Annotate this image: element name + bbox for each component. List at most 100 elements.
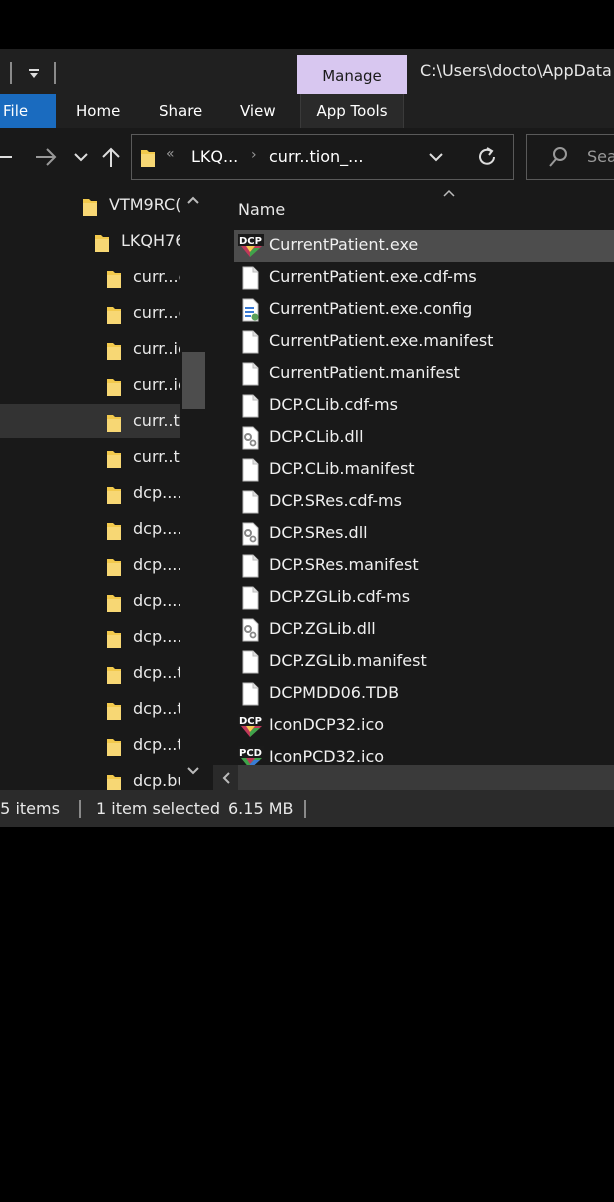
tree-item[interactable]: dcp.bu bbox=[0, 764, 180, 790]
scroll-down-icon[interactable] bbox=[186, 764, 200, 780]
folder-icon bbox=[106, 593, 122, 617]
forward-arrow-icon[interactable] bbox=[34, 144, 58, 170]
tree-item[interactable]: dcp...t bbox=[0, 692, 180, 726]
tree-item-label: curr..ti bbox=[133, 411, 180, 430]
file-name: DCP.SRes.dll bbox=[269, 523, 368, 542]
file-name: DCPMDD06.TDB bbox=[269, 683, 400, 702]
tab-app-tools[interactable]: App Tools bbox=[300, 94, 404, 128]
file-row[interactable]: CurrentPatient.exe.config bbox=[234, 294, 614, 326]
file-row[interactable]: DCPMDD06.TDB bbox=[234, 678, 614, 710]
tree-item[interactable]: dcp....c bbox=[0, 620, 180, 654]
tree-item-label: dcp...t bbox=[133, 735, 180, 754]
svg-text:PCD: PCD bbox=[239, 748, 262, 759]
file-row[interactable]: CurrentPatient.exe.manifest bbox=[234, 326, 614, 358]
file-row[interactable]: DCP.SRes.manifest bbox=[234, 550, 614, 582]
document-icon bbox=[238, 586, 262, 610]
recent-locations-chevron-down-icon[interactable] bbox=[72, 144, 90, 170]
tab-share[interactable]: Share bbox=[159, 94, 202, 128]
tree-item[interactable]: dcp.... bbox=[0, 476, 180, 510]
breadcrumb-item[interactable]: LKQ... bbox=[191, 147, 238, 166]
tree-item[interactable]: dcp.... bbox=[0, 512, 180, 546]
tree-item[interactable]: curr...e bbox=[0, 260, 180, 294]
tree-item[interactable]: dcp...t bbox=[0, 656, 180, 690]
dll-gear-icon bbox=[238, 618, 262, 642]
tree-item-label: VTM9RC( bbox=[109, 195, 180, 214]
file-row[interactable]: DCP.SRes.dll bbox=[234, 518, 614, 550]
file-name: IconPCD32.ico bbox=[269, 747, 385, 766]
tree-item[interactable]: VTM9RC( bbox=[0, 188, 180, 222]
tab-home[interactable]: Home bbox=[76, 94, 120, 128]
column-header-name[interactable]: Name bbox=[238, 200, 285, 219]
tree-item-label: dcp....c bbox=[133, 591, 180, 610]
tree-item-label: curr..ti bbox=[133, 447, 180, 466]
address-chevron-down-icon[interactable] bbox=[428, 147, 444, 171]
scroll-up-icon[interactable] bbox=[186, 193, 200, 209]
tree-item-label: dcp.bu bbox=[133, 771, 180, 790]
title-bar: Manage C:\Users\docto\AppData bbox=[0, 49, 614, 94]
tree-item-label: dcp.... bbox=[133, 555, 180, 574]
toolbar-separator bbox=[10, 62, 12, 84]
tab-view[interactable]: View bbox=[240, 94, 276, 128]
file-name: DCP.SRes.manifest bbox=[269, 555, 419, 574]
status-separator bbox=[304, 800, 306, 818]
document-icon bbox=[238, 330, 262, 354]
nav-pane-scrollbar[interactable] bbox=[180, 186, 207, 790]
file-name: DCP.CLib.dll bbox=[269, 427, 364, 446]
tree-item[interactable]: curr..ie bbox=[0, 332, 180, 366]
folder-icon bbox=[106, 629, 122, 653]
file-name: CurrentPatient.exe.manifest bbox=[269, 331, 494, 350]
tree-item[interactable]: curr..ti bbox=[0, 404, 180, 438]
file-list: Name DCP CurrentPatient.exe CurrentPatient… bbox=[207, 186, 614, 790]
search-icon bbox=[547, 145, 569, 173]
dcp-app-icon: DCP bbox=[238, 234, 264, 258]
tree-item[interactable]: dcp...t bbox=[0, 728, 180, 762]
tree-item[interactable]: curr..ie bbox=[0, 368, 180, 402]
scroll-left-icon[interactable] bbox=[213, 765, 238, 790]
search-input[interactable]: Sea bbox=[587, 147, 614, 166]
folder-icon bbox=[106, 557, 122, 581]
tree-item[interactable]: LKQH76 bbox=[0, 224, 180, 258]
tree-item[interactable]: curr..ti bbox=[0, 440, 180, 474]
file-row[interactable]: DCP.CLib.cdf-ms bbox=[234, 390, 614, 422]
tree-item[interactable]: dcp.... bbox=[0, 548, 180, 582]
file-row[interactable]: DCP.ZGLib.manifest bbox=[234, 646, 614, 678]
breadcrumb-overflow-icon[interactable]: « bbox=[166, 146, 175, 162]
folder-icon bbox=[106, 305, 122, 329]
tree-item-label: curr...e bbox=[133, 303, 180, 322]
folder-icon bbox=[106, 377, 122, 401]
tab-file[interactable]: File bbox=[0, 94, 56, 128]
search-box[interactable]: Sea bbox=[526, 134, 614, 180]
file-row[interactable]: DCP IconDCP32.ico bbox=[234, 710, 614, 742]
back-arrow-icon[interactable] bbox=[0, 144, 14, 170]
file-row[interactable]: DCP.ZGLib.cdf-ms bbox=[234, 582, 614, 614]
file-row[interactable]: DCP.CLib.dll bbox=[234, 422, 614, 454]
file-row[interactable]: DCP.SRes.cdf-ms bbox=[234, 486, 614, 518]
tree-item-label: dcp....c bbox=[133, 627, 180, 646]
quick-access-customize-icon[interactable] bbox=[26, 62, 42, 84]
manage-contextual-tab[interactable]: Manage bbox=[297, 55, 407, 94]
file-row[interactable]: CurrentPatient.exe.cdf-ms bbox=[234, 262, 614, 294]
folder-icon bbox=[94, 233, 110, 257]
document-icon bbox=[238, 458, 262, 482]
file-row[interactable]: DCP CurrentPatient.exe bbox=[234, 230, 614, 262]
horizontal-scrollbar[interactable] bbox=[213, 765, 614, 790]
file-row[interactable]: DCP.ZGLib.dll bbox=[234, 614, 614, 646]
scrollbar-thumb[interactable] bbox=[182, 352, 205, 409]
refresh-icon[interactable] bbox=[478, 142, 498, 178]
file-name: DCP.ZGLib.manifest bbox=[269, 651, 427, 670]
breadcrumb-chevron-icon[interactable]: › bbox=[251, 147, 257, 163]
file-explorer-window: Manage C:\Users\docto\AppData File Home … bbox=[0, 49, 614, 827]
file-row[interactable]: CurrentPatient.manifest bbox=[234, 358, 614, 390]
file-row[interactable]: DCP.CLib.manifest bbox=[234, 454, 614, 486]
document-icon bbox=[238, 266, 262, 290]
tree-item[interactable]: curr...e bbox=[0, 296, 180, 330]
toolbar-separator bbox=[54, 62, 56, 84]
breadcrumb-item-current[interactable]: curr..tion_... bbox=[269, 147, 363, 166]
folder-icon bbox=[106, 341, 122, 365]
tree-item-label: curr..ie bbox=[133, 375, 180, 394]
up-arrow-icon[interactable] bbox=[100, 144, 122, 170]
tree-item[interactable]: dcp....c bbox=[0, 584, 180, 618]
document-icon bbox=[238, 682, 262, 706]
address-bar[interactable]: « LKQ... › curr..tion_... bbox=[131, 134, 514, 180]
tree-item-label: curr...e bbox=[133, 267, 180, 286]
